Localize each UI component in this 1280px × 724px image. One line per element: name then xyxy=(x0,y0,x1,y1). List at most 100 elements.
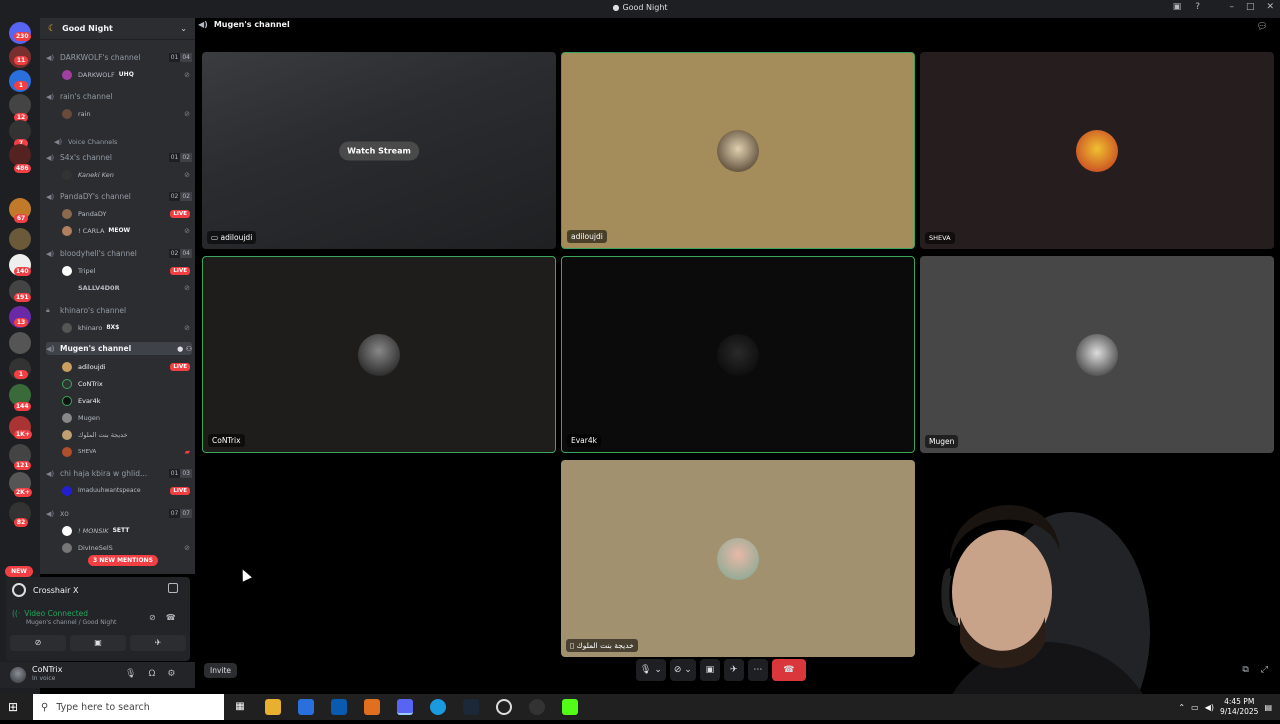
notification-icon[interactable]: ▤ xyxy=(1264,703,1272,712)
voice-status[interactable]: ((· Video Connected Mugen's channel / Good… xyxy=(12,609,116,626)
voice-user[interactable]: adiloujdi LIVE xyxy=(62,360,190,373)
windows-start-icon[interactable]: ⊞ xyxy=(8,700,18,714)
voice-channel-active[interactable]: ◀) Mugen's channel ● ⚇ xyxy=(46,342,192,355)
chat-icon[interactable]: 💬︎ xyxy=(1257,22,1268,32)
invite-button[interactable]: Invite xyxy=(204,663,238,678)
steam-icon[interactable] xyxy=(463,699,479,715)
activities-button[interactable]: ✈ xyxy=(723,659,744,681)
muted-icon: ⊘ xyxy=(184,323,190,332)
voice-channel[interactable]: ◀) rain's channel xyxy=(46,90,192,103)
mic-button[interactable]: 🎙︎ ⌄ xyxy=(636,659,666,681)
discord-icon[interactable] xyxy=(397,699,413,715)
app-icon[interactable] xyxy=(364,699,380,715)
app-icon[interactable] xyxy=(529,699,545,715)
voice-user[interactable]: Tripel LIVE xyxy=(62,264,190,277)
video-tile[interactable]: Mugen xyxy=(920,256,1274,453)
outlook-icon[interactable] xyxy=(331,699,347,715)
kick-icon[interactable] xyxy=(562,699,578,715)
locked-channel[interactable]: 🔒︎ khinaro's channel xyxy=(46,304,192,317)
store-icon[interactable] xyxy=(298,699,314,715)
video-tile[interactable]: Evar4k xyxy=(561,256,915,453)
server-badge: 2K+ xyxy=(14,488,32,497)
voice-channel[interactable]: ◀) xo 07 07 xyxy=(46,507,192,520)
camera-off-button[interactable]: ⊘ xyxy=(10,635,66,651)
voice-user[interactable]: Kaneki Ken ⊘ xyxy=(62,168,190,181)
help-icon[interactable]: ? xyxy=(1195,2,1200,12)
voice-user[interactable]: CoNTrix xyxy=(62,377,190,390)
new-mentions-pill[interactable]: 3 NEW MENTIONS xyxy=(88,555,158,566)
server-badge: 82 xyxy=(14,518,28,527)
stream-tile[interactable]: Watch Stream ▭ adiloujdi xyxy=(202,52,556,249)
crosshair-icon[interactable] xyxy=(496,699,512,715)
avatar[interactable] xyxy=(10,667,26,683)
voice-user[interactable]: khinaro 8X$ ⊘ xyxy=(62,321,190,334)
user-controls: 🎙︎ Ω ⚙ xyxy=(125,669,175,679)
voice-channel[interactable]: ◀) bloodyhell's channel 02 04 xyxy=(46,247,192,260)
noise-suppression-icon[interactable]: ⊘ xyxy=(149,613,156,622)
avatar xyxy=(62,429,72,440)
headphones-icon[interactable]: Ω xyxy=(148,669,155,679)
close-icon[interactable]: ✕ xyxy=(1266,2,1274,12)
clock[interactable]: 4:45 PM 9/14/2025 xyxy=(1220,697,1258,717)
hang-up-icon: ☎ xyxy=(783,665,795,675)
speaker-icon: ◀) xyxy=(46,509,55,518)
gear-icon[interactable]: ⚙ xyxy=(167,669,175,679)
edge-icon[interactable] xyxy=(430,699,446,715)
share-screen-button[interactable]: ▣ xyxy=(70,635,126,651)
voice-user[interactable]: SHEVA ▰ xyxy=(62,445,190,458)
inbox-icon[interactable]: ▣ xyxy=(1173,2,1182,12)
network-icon[interactable]: ▭ xyxy=(1191,703,1199,712)
maximize-icon[interactable]: □ xyxy=(1246,2,1255,12)
video-tile[interactable]: adiloujdi xyxy=(561,52,915,249)
disconnect-button[interactable]: ☎ xyxy=(771,659,806,681)
fullscreen-icon[interactable]: ⤢ xyxy=(1261,665,1268,675)
activities-button[interactable]: ✈ xyxy=(130,635,186,651)
voice-user[interactable]: SALLV4D0R ⊘ xyxy=(62,281,190,294)
voice-user[interactable]: DARKWOLF UHQ ⊘ xyxy=(62,68,190,81)
volume-icon[interactable]: ◀) xyxy=(1205,703,1214,712)
minimize-icon[interactable]: – xyxy=(1229,2,1234,12)
chevron-up-icon[interactable]: ⌃ xyxy=(1178,703,1185,712)
view-controls: ⧉ ⤢ xyxy=(1242,665,1268,675)
task-view-icon[interactable]: ▦ xyxy=(232,699,248,715)
server-icon[interactable] xyxy=(9,228,31,250)
server-icon[interactable] xyxy=(9,144,31,166)
voice-channel[interactable]: ◀) PandaDY's channel 02 02 xyxy=(46,190,192,203)
activity-menu-icon[interactable] xyxy=(168,583,178,593)
disconnect-icon[interactable]: ☎ xyxy=(166,613,176,622)
voice-user[interactable]: DivIneSelS ⊘ xyxy=(62,541,190,554)
taskbar-search[interactable]: ⚲ Type here to search xyxy=(33,694,224,720)
video-tile[interactable]: ▯ خديجة بنت الملوك xyxy=(561,460,915,657)
video-tile[interactable]: CoNTrix xyxy=(202,256,556,453)
watch-stream-button[interactable]: Watch Stream xyxy=(339,141,419,160)
chat-icon[interactable]: ● ⚇ xyxy=(177,345,192,353)
voice-user[interactable]: Mugen xyxy=(62,411,190,424)
voice-user[interactable]: Evar4k xyxy=(62,394,190,407)
more-button[interactable]: ⋯ xyxy=(747,659,768,681)
category-header[interactable]: ◀) Voice Channels xyxy=(54,135,195,148)
muted-icon: ⊘ xyxy=(184,283,190,292)
activity[interactable]: Crosshair X xyxy=(12,583,78,597)
voice-user[interactable]: ! CARLA MEOW ⊘ xyxy=(62,224,190,237)
voice-channel[interactable]: ◀) chi haja kbira w ghlid... 01 03 xyxy=(46,467,192,480)
voice-channel[interactable]: ◀) S4x's channel 01 02 xyxy=(46,151,192,164)
voice-user[interactable]: خديجة بنت الملوك xyxy=(62,428,190,441)
chevron-down-icon[interactable]: ⌄ xyxy=(180,24,187,33)
share-screen-button[interactable]: ▣ xyxy=(699,659,720,681)
guild-header[interactable]: ☾ Good Night ⌄ xyxy=(40,18,195,40)
video-tile[interactable]: SHEVA xyxy=(920,52,1274,249)
avatar xyxy=(62,108,72,119)
voice-user[interactable]: Imaduuhwantspeace LIVE xyxy=(62,484,190,497)
voice-user[interactable]: rain ⊘ xyxy=(62,107,190,120)
microphone-icon[interactable]: 🎙︎ xyxy=(125,669,136,679)
speaker-icon: ◀) xyxy=(198,20,208,29)
voice-user[interactable]: PandaDY LIVE xyxy=(62,207,190,220)
channel-count: 01 02 xyxy=(168,153,192,162)
voice-user[interactable]: ! MONSIK SETT xyxy=(62,524,190,537)
file-explorer-icon[interactable] xyxy=(265,699,281,715)
avatar xyxy=(717,333,759,376)
popout-icon[interactable]: ⧉ xyxy=(1242,665,1248,675)
voice-channel[interactable]: ◀) DARKWOLF's channel 01 04 xyxy=(46,51,192,64)
camera-button[interactable]: ⊘ ⌄ xyxy=(669,659,696,681)
server-icon[interactable] xyxy=(9,332,31,354)
